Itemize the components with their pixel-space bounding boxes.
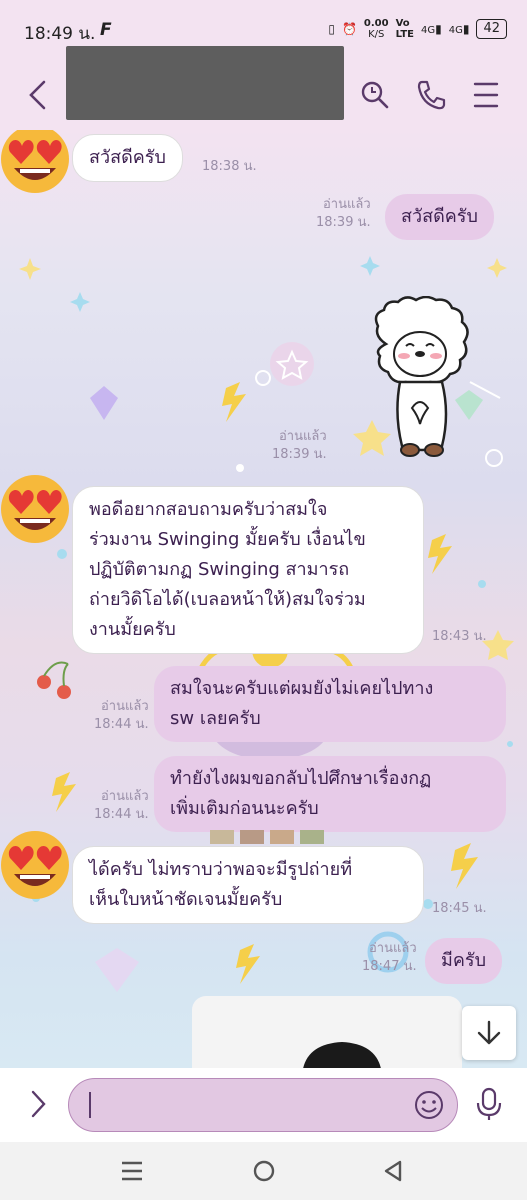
message-input[interactable] [68,1078,458,1132]
time-label: 18:39 น. [316,215,371,230]
message-meta: อ่านแล้ว 18:44 น. [94,788,149,824]
read-receipt: อ่านแล้ว [368,941,417,956]
back-triangle-icon [384,1160,402,1182]
status-icons: ▯ ⏰ 0.00 K/S Vo LTE 4G▮ 4G▮ 42 [328,18,507,40]
photo-preview [303,1042,381,1068]
time-label: 18:39 น. [272,447,327,462]
nav-back-button[interactable] [382,1159,404,1187]
status-time: 18:49 น. [24,24,96,44]
read-receipt: อ่านแล้ว [100,789,149,804]
message-bubble[interactable]: สวัสดีครับ [385,194,494,240]
home-icon [253,1160,275,1182]
battery: 42 [476,19,507,39]
search-icon [361,81,389,109]
image-thumbnails [210,830,324,844]
voice-button[interactable] [474,1086,504,1126]
time-label: 18:44 น. [94,717,149,732]
menu-button[interactable] [472,78,500,116]
message-line: ร่วมงาน Swinging มั้ยครับ เงื่อนไข [89,529,366,550]
read-receipt: อ่านแล้ว [278,429,327,444]
time-label: 18:47 น. [362,959,417,974]
home-button[interactable] [252,1159,276,1187]
chevron-left-icon [29,80,46,110]
message-bubble[interactable]: สมใจนะครับแต่ผมยังไม่เคยไปทาง sw เลยครับ [154,666,506,742]
message-meta: อ่านแล้ว 18:39 น. [272,428,327,464]
message-bubble[interactable]: พอดีอยากสอบถามครับว่าสมใจ ร่วมงาน Swingi… [72,486,424,654]
message-line: ทำยังไงผมขอกลับไปศึกษาเรื่องกฏ [170,768,432,789]
scroll-to-bottom-button[interactable] [462,1006,516,1060]
text-cursor [89,1092,91,1118]
message-line: เห็นใบหน้าชัดเจนมั้ยครับ [89,889,283,910]
phone-icon [417,80,446,110]
vibrate-icon: ▯ [328,22,335,36]
message-text: สวัสดีครับ [89,147,166,168]
system-nav-bar [0,1142,527,1200]
contact-avatar[interactable] [0,130,70,194]
message-line: งานมั้ยครับ [89,619,176,640]
back-button[interactable] [26,78,50,116]
emoji-button[interactable] [413,1089,445,1125]
read-receipt: อ่านแล้ว [322,197,371,212]
photo-message[interactable] [192,996,462,1068]
read-receipt: อ่านแล้ว [100,699,149,714]
search-button[interactable] [360,78,390,116]
message-text: สวัสดีครับ [401,206,478,227]
arrow-down-icon [477,1020,501,1045]
message-line: เพิ่มเติมก่อนนะครับ [170,798,319,819]
chat-area[interactable]: สวัสดีครับ 18:38 น. อ่านแล้ว 18:39 น. สว… [0,130,527,1068]
message-line: sw เลยครับ [170,708,261,729]
message-line: ถ่ายวิดิโอได้(เบลอหน้าให้)สมใจร่วม [89,589,366,610]
message-input-bar [0,1068,527,1142]
alarm-icon: ⏰ [341,22,357,36]
contact-avatar[interactable] [0,474,70,544]
time-label: 18:43 น. [432,629,487,644]
contact-avatar[interactable] [0,830,70,900]
message-meta: อ่านแล้ว 18:47 น. [362,940,417,976]
call-button[interactable] [416,78,446,116]
hamburger-menu-icon [473,82,499,108]
message-time: 18:45 น. [432,900,487,918]
signal-2: 4G▮ [448,22,470,36]
volte-indicator: Vo LTE [395,18,414,40]
message-line: ปฏิบัติตามกฏ Swinging สามารถ [89,559,350,580]
chat-header [0,46,527,130]
message-bubble[interactable]: สวัสดีครับ [72,134,183,182]
recents-button[interactable] [120,1160,144,1186]
message-line: สมใจนะครับแต่ผมยังไม่เคยไปทาง [170,678,434,699]
message-bubble[interactable]: มีครับ [425,938,502,984]
message-bubble[interactable]: ทำยังไงผมขอกลับไปศึกษาเรื่องกฏ เพิ่มเติม… [154,756,506,832]
sticker[interactable] [364,296,484,460]
message-line: พอดีอยากสอบถามครับว่าสมใจ [89,499,328,520]
microphone-icon [476,1087,502,1120]
contact-name-redacted [66,46,344,120]
message-line: ได้ครับ ไม่ทราบว่าพอจะมีรูปถ่ายที่ [89,859,353,880]
signal-1: 4G▮ [420,22,442,36]
time-label: 18:44 น. [94,807,149,822]
net-speed: 0.00 K/S [363,18,389,40]
message-time: 18:43 น. [432,628,487,646]
expand-button[interactable] [28,1088,48,1124]
time-label: 18:38 น. [202,159,257,174]
message-meta: อ่านแล้ว 18:44 น. [94,698,149,734]
app-notification-icon: F [100,20,112,40]
chevron-right-icon [31,1090,46,1118]
smiley-icon [415,1091,443,1119]
time-label: 18:45 น. [432,901,487,916]
message-time: 18:38 น. [202,158,257,176]
message-text: มีครับ [441,950,486,971]
message-bubble[interactable]: ได้ครับ ไม่ทราบว่าพอจะมีรูปถ่ายที่ เห็นใ… [72,846,424,924]
message-meta: อ่านแล้ว 18:39 น. [316,196,371,232]
recents-icon [122,1161,142,1181]
